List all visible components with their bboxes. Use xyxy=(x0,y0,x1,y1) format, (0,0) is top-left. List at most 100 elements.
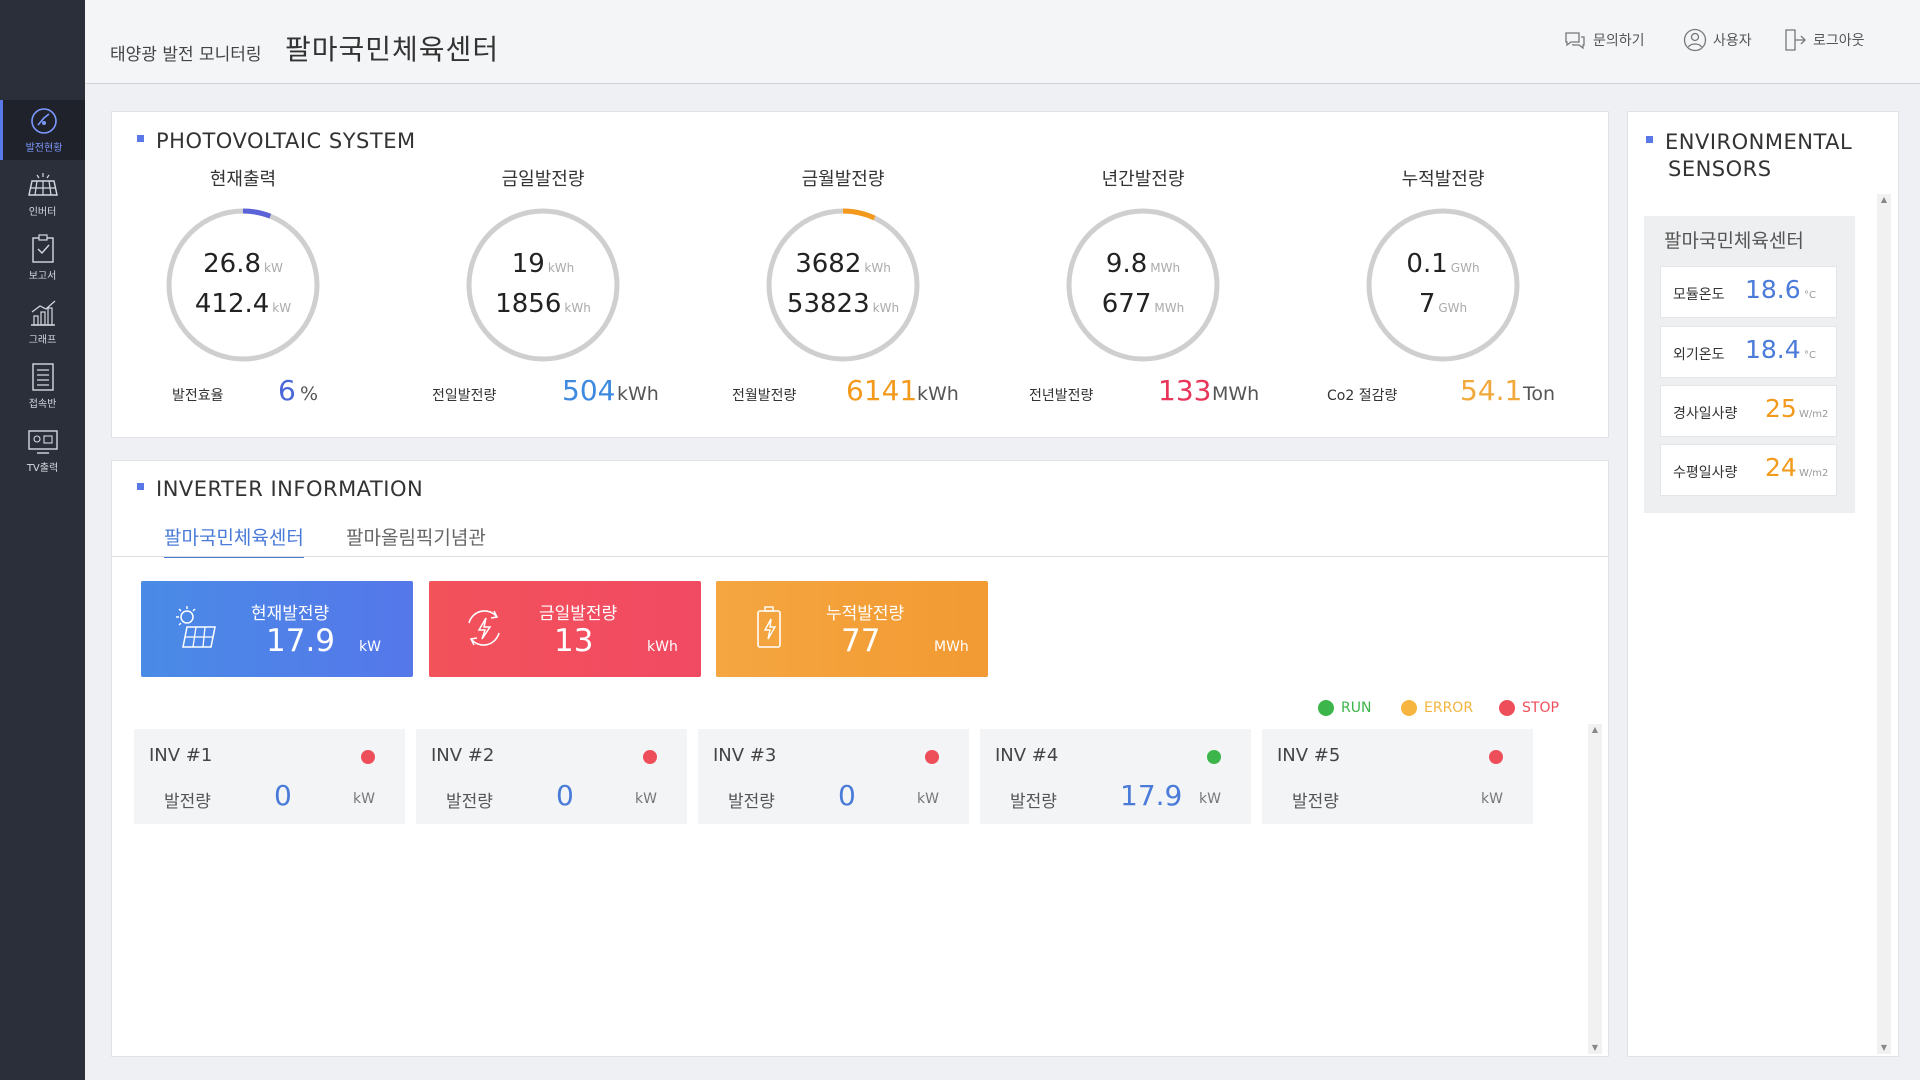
sidebar-item-report[interactable]: 보고서 xyxy=(0,228,85,288)
scroll-down-icon[interactable]: ▼ xyxy=(1877,1042,1891,1054)
env-sensor-value: 18.6 xyxy=(1745,275,1801,304)
gauge-foot-unit: Ton xyxy=(1523,383,1556,405)
pv-panel-title: PHOTOVOLTAIC SYSTEM xyxy=(137,129,416,153)
sidebar-item-graph[interactable]: 그래프 xyxy=(0,292,85,352)
logout-button[interactable]: 로그아웃 xyxy=(1783,28,1865,52)
energy-cycle-icon xyxy=(461,605,507,655)
inverter-output-label: 발전량 xyxy=(164,792,211,812)
gauge-label: 금월발전량 xyxy=(801,169,885,190)
gauge-value-total: 53823 kWh xyxy=(786,289,900,319)
inverter-card[interactable]: INV #1 발전량 0 kW xyxy=(134,729,405,824)
gauge-block: 년간발전량 9.8 MWh 677 MWh xyxy=(1013,165,1273,415)
scroll-up-icon[interactable]: ▲ xyxy=(1588,724,1602,736)
scroll-up-icon[interactable]: ▲ xyxy=(1877,194,1891,206)
env-sensor-row: 외기온도 18.4 °C xyxy=(1660,326,1837,378)
status-dot xyxy=(1401,700,1417,716)
gauge-ring xyxy=(1366,208,1520,362)
env-sensor-row: 모듈온도 18.6 °C xyxy=(1660,266,1837,318)
gauge-value-total: 1856 kWh xyxy=(495,289,591,319)
inverter-output-value: 0 xyxy=(838,779,856,812)
legend-run: RUN xyxy=(1318,699,1371,717)
gauge-value-total: 677 MWh xyxy=(1101,289,1185,319)
status-dot xyxy=(1318,700,1334,716)
gauge-foot-value: 6 xyxy=(278,374,296,407)
inquiry-label: 문의하기 xyxy=(1593,33,1645,49)
legend-error: ERROR xyxy=(1401,699,1473,717)
sun-panel-icon xyxy=(173,605,219,655)
sidebar-item-inverter[interactable]: 인버터 xyxy=(0,164,85,224)
inverter-output-value: 17.9 xyxy=(1120,779,1183,812)
user-label: 사용자 xyxy=(1713,33,1752,49)
inverter-card[interactable]: INV #2 발전량 0 kW xyxy=(416,729,687,824)
env-sensor-value: 24 xyxy=(1765,453,1797,482)
stat-value: 13 xyxy=(554,623,594,659)
inverter-card[interactable]: INV #5 발전량 kW xyxy=(1262,729,1533,824)
gauge-label: 누적발전량 xyxy=(1401,169,1485,190)
sidebar-item-label: 그래프 xyxy=(28,335,57,346)
gauge-foot-label: 발전효율 xyxy=(172,388,224,404)
sidebar-item-dashboard[interactable]: 발전현황 xyxy=(0,100,85,160)
gauge-foot-unit: kWh xyxy=(917,383,959,405)
scroll-down-icon[interactable]: ▼ xyxy=(1588,1042,1602,1054)
inverter-output-unit: kW xyxy=(1199,791,1221,807)
solar-panel-icon xyxy=(27,170,59,200)
status-dot xyxy=(361,750,375,764)
gauge-value-today: 26.8 kW xyxy=(203,249,283,279)
sidebar-item-junction[interactable]: 접속반 xyxy=(0,356,85,416)
tab-palma-sports-center[interactable]: 팔마국민체육센터 xyxy=(164,523,304,558)
sidebar: 발전현황 인버터 보고서 그래프 접속반 TV출력 xyxy=(0,0,85,1080)
gauge-ring xyxy=(766,208,920,362)
legend-label: ERROR xyxy=(1424,700,1474,716)
inverter-output-value: 0 xyxy=(274,779,292,812)
stat-label: 금일발전량 xyxy=(539,604,618,624)
stat-unit: kW xyxy=(359,639,381,655)
env-sensor-unit: °C xyxy=(1804,350,1816,361)
inverter-scrollbar[interactable]: ▲ ▼ xyxy=(1588,724,1602,1054)
env-sensor-unit: W/m2 xyxy=(1799,409,1829,420)
stat-value: 17.9 xyxy=(266,623,336,659)
gauge-block: 금일발전량 19 kWh 1856 kWh xyxy=(413,165,673,415)
inverter-output-label: 발전량 xyxy=(728,792,775,812)
env-sensor-unit: W/m2 xyxy=(1799,468,1829,479)
gauge-foot-label: 전월발전량 xyxy=(732,388,797,404)
gauge-value-today: 19 kWh xyxy=(511,249,575,279)
sidebar-item-label: TV출력 xyxy=(26,463,59,474)
gauge-foot-unit: % xyxy=(300,383,319,405)
inverter-panel-title: INVERTER INFORMATION xyxy=(137,477,423,501)
env-sensor-label: 경사일사량 xyxy=(1673,406,1738,422)
status-dot xyxy=(643,750,657,764)
page-title: 팔마국민체육센터 xyxy=(285,33,500,66)
user-icon xyxy=(1683,28,1707,52)
status-dot xyxy=(1489,750,1503,764)
sidebar-item-label: 인버터 xyxy=(28,207,57,218)
legend-stop: STOP xyxy=(1499,699,1559,717)
logout-label: 로그아웃 xyxy=(1813,33,1865,49)
inverter-card[interactable]: INV #4 발전량 17.9 kW xyxy=(980,729,1251,824)
env-sensor-unit: °C xyxy=(1804,290,1816,301)
inverter-card[interactable]: INV #3 발전량 0 kW xyxy=(698,729,969,824)
gauge-ring xyxy=(466,208,620,362)
user-button[interactable]: 사용자 xyxy=(1683,28,1752,52)
sidebar-item-label: 접속반 xyxy=(28,399,57,410)
inverter-name: INV #5 xyxy=(1277,745,1341,766)
tab-divider xyxy=(111,556,1609,557)
inquiry-button[interactable]: 문의하기 xyxy=(1563,28,1645,52)
page-subtitle: 태양광 발전 모니터링 xyxy=(110,45,262,65)
tab-palma-olympic-hall[interactable]: 팔마올림픽기념관 xyxy=(346,523,486,556)
gauge-label: 금일발전량 xyxy=(501,169,585,190)
gauge-foot-label: 전년발전량 xyxy=(1029,388,1094,404)
tv-icon xyxy=(27,426,59,456)
env-scrollbar[interactable]: ▲ ▼ xyxy=(1877,194,1891,1054)
gauge-label: 현재출력 xyxy=(209,169,277,190)
status-dot xyxy=(1207,750,1221,764)
stat-label: 현재발전량 xyxy=(251,604,330,624)
gauge-foot-value: 6141 xyxy=(846,374,918,407)
status-dot xyxy=(1499,700,1515,716)
gauge-foot-value: 54.1 xyxy=(1460,374,1523,407)
sidebar-item-tv[interactable]: TV출력 xyxy=(0,420,85,480)
env-site-name: 팔마국민체육센터 xyxy=(1664,230,1804,252)
stat-card-current: 현재발전량 17.9 kW xyxy=(141,581,413,677)
logout-icon xyxy=(1785,29,1806,51)
stat-unit: kWh xyxy=(647,639,678,655)
inverter-output-label: 발전량 xyxy=(1292,792,1339,812)
